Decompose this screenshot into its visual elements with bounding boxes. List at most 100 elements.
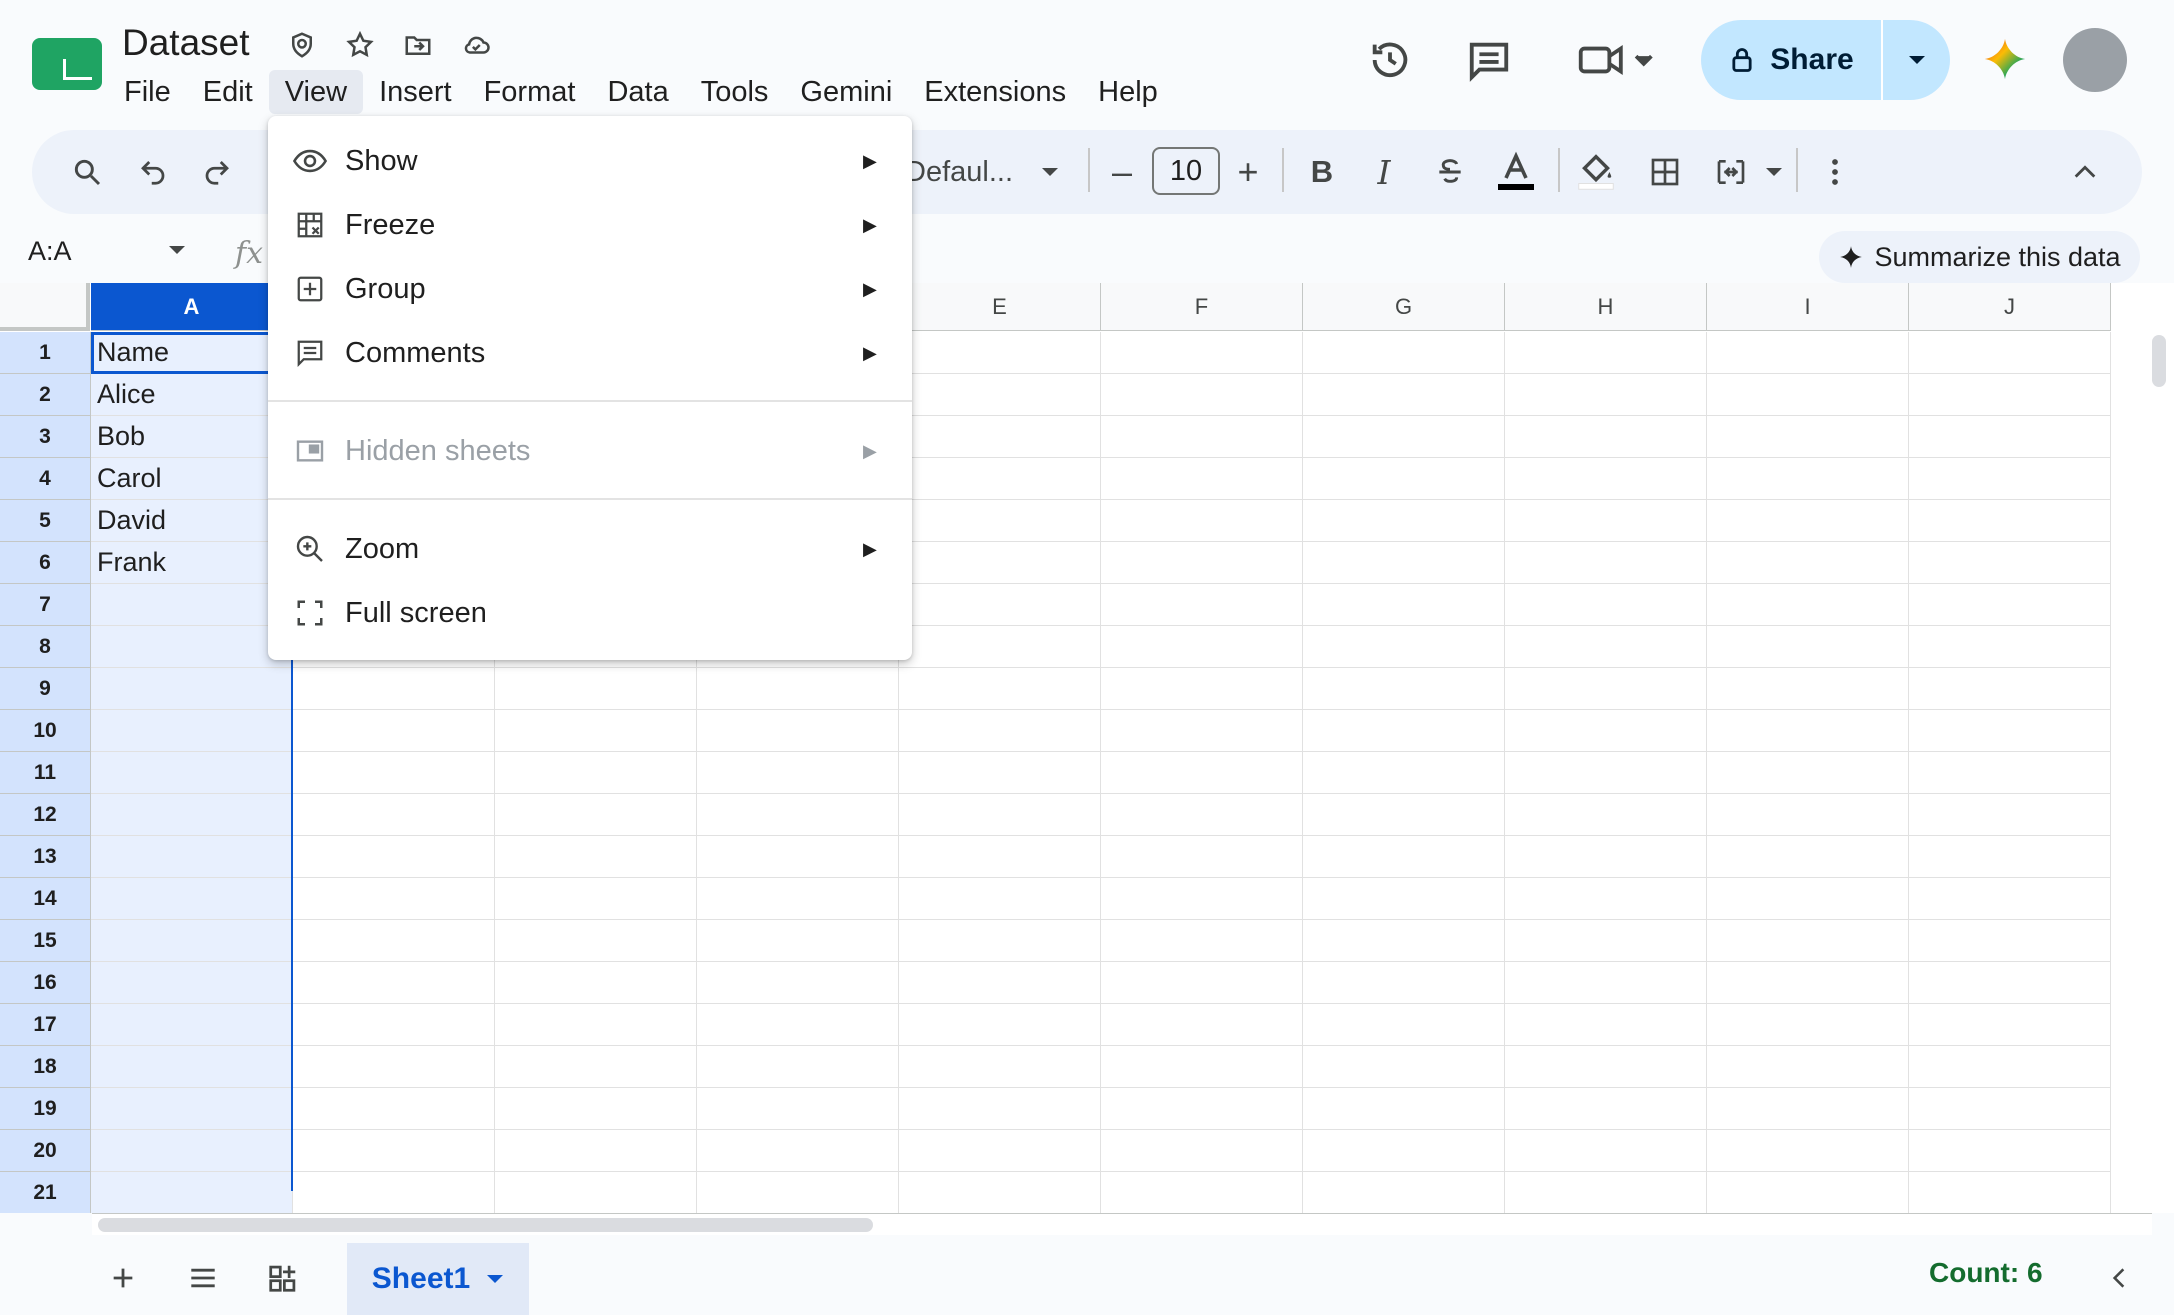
row-header[interactable]: 21: [0, 1172, 91, 1213]
row-header[interactable]: 17: [0, 1004, 91, 1046]
grid-cell[interactable]: [91, 878, 293, 920]
grid-cell[interactable]: [1303, 374, 1505, 416]
row-header[interactable]: 12: [0, 794, 91, 836]
grid-cell[interactable]: [1707, 1004, 1909, 1046]
grid-cell[interactable]: [899, 500, 1101, 542]
grid-cell[interactable]: [1909, 416, 2111, 458]
borders-icon[interactable]: [1640, 130, 1690, 214]
grid-cell[interactable]: [697, 836, 899, 878]
grid-cell[interactable]: [1303, 668, 1505, 710]
grid-cell[interactable]: Bob: [91, 416, 293, 458]
grid-cell[interactable]: [899, 1088, 1101, 1130]
merge-dropdown-icon[interactable]: [1760, 130, 1788, 214]
grid-cell[interactable]: Alice: [91, 374, 293, 416]
grid-cell[interactable]: [91, 752, 293, 794]
grid-cell[interactable]: [899, 794, 1101, 836]
grid-cell[interactable]: [495, 1004, 697, 1046]
menu-view[interactable]: View: [268, 70, 364, 114]
grid-cell[interactable]: [1707, 542, 1909, 584]
menu-tools[interactable]: Tools: [685, 70, 785, 114]
menu-gemini[interactable]: Gemini: [784, 70, 908, 114]
grid-cell[interactable]: [899, 332, 1101, 374]
sheets-logo-icon[interactable]: [32, 38, 102, 90]
grid-cell[interactable]: [1909, 374, 2111, 416]
add-sheet-icon[interactable]: [100, 1255, 146, 1301]
grid-cell[interactable]: [293, 1130, 495, 1172]
row-header[interactable]: 20: [0, 1130, 91, 1172]
grid-cell[interactable]: [1505, 962, 1707, 1004]
menu-edit[interactable]: Edit: [187, 70, 269, 114]
share-dropdown-button[interactable]: [1883, 20, 1950, 100]
grid-cell[interactable]: [899, 836, 1101, 878]
grid-cell[interactable]: [1505, 668, 1707, 710]
grid-cell[interactable]: [899, 374, 1101, 416]
grid-cell[interactable]: [1101, 332, 1303, 374]
italic-button[interactable]: I: [1360, 130, 1408, 214]
increase-font-size-button[interactable]: +: [1226, 130, 1270, 214]
grid-cell[interactable]: [495, 668, 697, 710]
grid-cell[interactable]: [1707, 626, 1909, 668]
row-header[interactable]: 18: [0, 1046, 91, 1088]
row-header[interactable]: 10: [0, 710, 91, 752]
grid-cell[interactable]: [1707, 962, 1909, 1004]
view-menu-item-zoom[interactable]: Zoom ▶: [268, 519, 912, 579]
grid-cell[interactable]: [1303, 500, 1505, 542]
grid-cell[interactable]: Frank: [91, 542, 293, 584]
more-options-icon[interactable]: [1810, 130, 1860, 214]
decrease-font-size-button[interactable]: –: [1100, 130, 1144, 214]
grid-cell[interactable]: [1909, 584, 2111, 626]
grid-cell[interactable]: [1505, 794, 1707, 836]
grid-cell[interactable]: [495, 878, 697, 920]
star-icon[interactable]: [343, 28, 377, 62]
grid-cell[interactable]: [1101, 710, 1303, 752]
grid-cell[interactable]: [1505, 626, 1707, 668]
grid-cell[interactable]: [899, 710, 1101, 752]
grid-cell[interactable]: [1303, 752, 1505, 794]
grid-cell[interactable]: [1909, 1130, 2111, 1172]
grid-cell[interactable]: [1707, 1046, 1909, 1088]
grid-cell[interactable]: [293, 752, 495, 794]
grid-cell[interactable]: [1101, 878, 1303, 920]
grid-cell[interactable]: Carol: [91, 458, 293, 500]
name-box[interactable]: A:A: [28, 236, 72, 267]
grid-cell[interactable]: [91, 710, 293, 752]
meet-icon[interactable]: [1572, 32, 1662, 88]
grid-cell[interactable]: [1101, 1046, 1303, 1088]
grid-cell[interactable]: David: [91, 500, 293, 542]
grid-cell[interactable]: [697, 1046, 899, 1088]
grid-cell[interactable]: [1505, 710, 1707, 752]
grid-cell[interactable]: [1303, 710, 1505, 752]
grid-cell[interactable]: [1909, 668, 2111, 710]
grid-cell[interactable]: [1909, 458, 2111, 500]
grid-cell[interactable]: [1909, 1046, 2111, 1088]
grid-cell[interactable]: [697, 752, 899, 794]
grid-cell[interactable]: [697, 794, 899, 836]
column-header-h[interactable]: H: [1505, 283, 1707, 331]
grid-cell[interactable]: [1101, 416, 1303, 458]
grid-cell[interactable]: [1303, 1004, 1505, 1046]
gemini-icon[interactable]: [1983, 37, 2027, 92]
grid-cell[interactable]: [1909, 500, 2111, 542]
grid-cell[interactable]: [495, 920, 697, 962]
row-header[interactable]: 4: [0, 458, 91, 500]
grid-cell[interactable]: [1505, 836, 1707, 878]
grid-cell[interactable]: [1909, 626, 2111, 668]
grid-cell[interactable]: [1505, 878, 1707, 920]
grid-cell[interactable]: [1101, 794, 1303, 836]
row-header[interactable]: 13: [0, 836, 91, 878]
grid-cell[interactable]: [1101, 752, 1303, 794]
grid-cell[interactable]: [293, 920, 495, 962]
grid-cell[interactable]: [293, 668, 495, 710]
grid-cell[interactable]: [1505, 1172, 1707, 1213]
grid-cell[interactable]: [1707, 794, 1909, 836]
grid-cell[interactable]: [495, 794, 697, 836]
font-family-dropdown-icon[interactable]: [1034, 130, 1066, 214]
grid-cell[interactable]: [293, 794, 495, 836]
grid-cell[interactable]: [899, 668, 1101, 710]
grid-cell[interactable]: [1707, 584, 1909, 626]
grid-cell[interactable]: [1707, 1130, 1909, 1172]
grid-cell[interactable]: [1101, 1172, 1303, 1213]
grid-cell[interactable]: [1909, 962, 2111, 1004]
column-header-e[interactable]: E: [899, 283, 1101, 331]
grid-cell[interactable]: [1303, 794, 1505, 836]
